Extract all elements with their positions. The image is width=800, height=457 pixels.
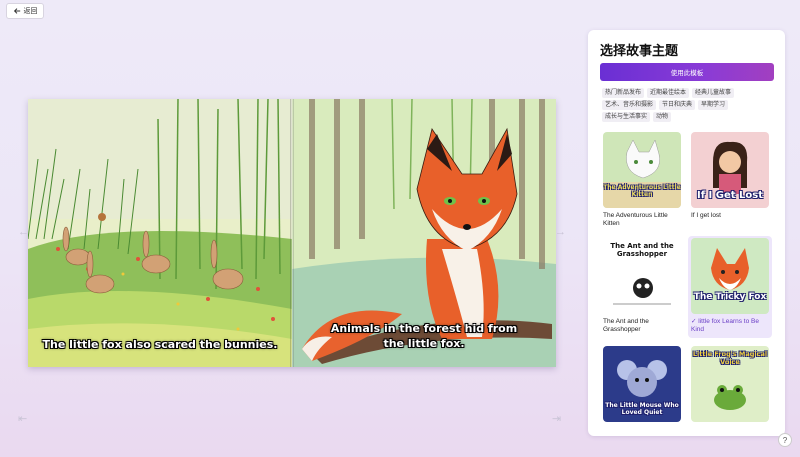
card-label-fox: little fox Learns to Be Kind [691,318,759,333]
tag-animals[interactable]: 动物 [653,112,672,122]
left-caption: The little fox also scared the bunnies. [42,338,278,351]
template-card-kitten[interactable]: The Adventurous Little Kitten The Advent… [600,132,684,228]
right-caption-line-1: Animals in the forest hid from [330,322,518,335]
thumb-title-ant: The Ant and the Grasshopper [610,242,674,258]
right-caption-line-2: the little fox. [383,337,465,350]
tag-art-music[interactable]: 艺术、音乐和摄影 [602,100,657,110]
category-tags: 热门新品发布 近期最佳绘本 经典儿童故事 艺术、音乐和摄影 节日和庆典 早期学习… [602,88,774,122]
check-icon: ✓ [691,318,697,325]
card-label-ant: The Ant and the Grasshopper [603,318,649,333]
left-page: The little fox also scared the bunnies. [28,99,292,367]
back-label: 返回 [23,8,38,15]
thumb-mouse: The Little Mouse Who Loved Quiet [603,346,681,422]
last-page-icon[interactable]: ⇥ [552,412,561,425]
thumb-ant: The Ant and the Grasshopper [603,238,681,314]
book-spine [290,99,294,367]
bunnies-illustration [28,99,292,367]
use-template-button[interactable]: 使用此模板 [600,63,774,81]
thumb-title-frog: Little Frog's Magical Voice [692,350,768,366]
first-page-icon[interactable]: ⇤ [18,412,27,425]
card-label-lost: If I get lost [691,212,721,219]
panel-title: 选择故事主题 [600,43,679,58]
tag-growth-life[interactable]: 成长与生活事实 [602,112,651,122]
thumb-title-lost: If I Get Lost [697,190,763,201]
theme-panel: 选择故事主题 使用此模板 热门新品发布 近期最佳绘本 经典儿童故事 艺术、音乐和… [588,30,785,436]
thumb-kitten: The Adventurous Little Kitten [603,132,681,208]
fox-image [691,238,769,314]
thumb-title-kitten: The Adventurous Little Kitten [603,184,681,198]
template-card-ant[interactable]: The Ant and the Grasshopper The Ant and … [600,238,684,334]
thumb-lost: If I Get Lost [691,132,769,208]
card-label-fox-row: ✓ little fox Learns to Be Kind [688,318,772,334]
next-page-arrow-icon[interactable]: → [555,226,566,238]
thumb-frog: Little Frog's Magical Voice [691,346,769,422]
template-card-lost[interactable]: If I Get Lost If I get lost [688,132,772,220]
storybook: The little fox also scared the bunnies. [28,99,556,367]
tag-early-learning[interactable]: 早期学习 [698,100,729,110]
tag-classic[interactable]: 经典儿童故事 [692,88,735,98]
help-icon[interactable]: ? [778,433,792,447]
thumb-title-fox: The Tricky Fox [693,292,767,302]
back-button[interactable]: 返回 [6,3,44,19]
tag-popular[interactable]: 热门新品发布 [602,88,645,98]
tag-recent-best[interactable]: 近期最佳绘本 [647,88,690,98]
right-page: Animals in the forest hid from the littl… [292,99,556,367]
card-label-kitten: The Adventurous Little Kitten [603,212,668,227]
thumb-title-mouse: The Little Mouse Who Loved Quiet [605,402,679,416]
thumb-fox: The Tricky Fox [691,238,769,314]
template-card-fox[interactable]: The Tricky Fox ✓ little fox Learns to Be… [688,236,772,338]
template-card-frog[interactable]: Little Frog's Magical Voice [688,346,772,426]
arrow-left-icon [13,8,20,14]
template-card-mouse[interactable]: The Little Mouse Who Loved Quiet [600,346,684,426]
tag-holidays[interactable]: 节日和庆典 [659,100,696,110]
